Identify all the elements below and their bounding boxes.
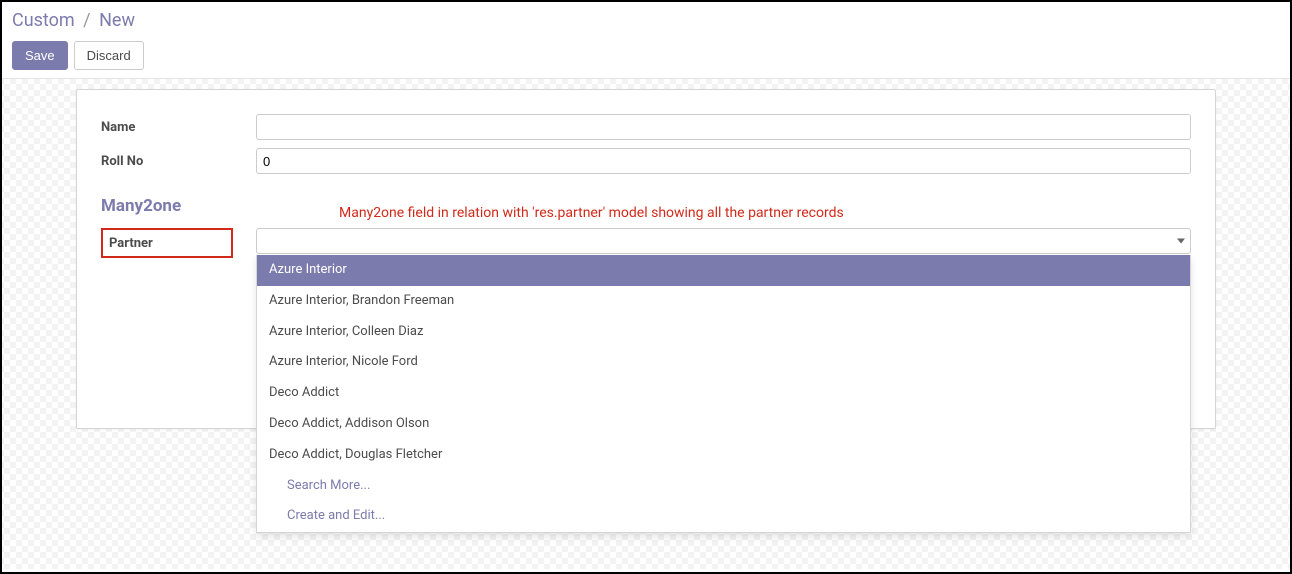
breadcrumb-separator: /	[83, 10, 90, 31]
dropdown-create-edit[interactable]: Create and Edit...	[257, 501, 1190, 532]
partner-input[interactable]	[256, 228, 1191, 254]
save-button[interactable]: Save	[12, 41, 68, 70]
form-sheet: Name Roll No Many2one field in relation …	[76, 89, 1216, 429]
dropdown-item[interactable]: Azure Interior, Nicole Ford	[257, 347, 1190, 378]
breadcrumb: Custom / New	[2, 2, 1290, 35]
dropdown-item[interactable]: Deco Addict, Douglas Fletcher	[257, 440, 1190, 471]
dropdown-item[interactable]: Azure Interior	[257, 255, 1190, 286]
annotation-text: Many2one field in relation with 'res.par…	[339, 205, 844, 221]
dropdown-item[interactable]: Deco Addict, Addison Olson	[257, 409, 1190, 440]
dropdown-item[interactable]: Azure Interior, Brandon Freeman	[257, 286, 1190, 317]
dropdown-search-more[interactable]: Search More...	[257, 471, 1190, 502]
name-label: Name	[101, 120, 256, 135]
name-row: Name	[101, 114, 1191, 140]
toolbar: Save Discard	[2, 35, 1290, 78]
rollno-input[interactable]	[256, 148, 1191, 174]
discard-button[interactable]: Discard	[74, 41, 144, 70]
rollno-label: Roll No	[101, 154, 256, 169]
breadcrumb-parent[interactable]: Custom	[12, 10, 75, 31]
content-area: Name Roll No Many2one field in relation …	[2, 79, 1290, 569]
partner-row: Partner Azure Interior Azure Interior, B…	[101, 228, 1191, 258]
partner-dropdown: Azure Interior Azure Interior, Brandon F…	[256, 255, 1191, 533]
rollno-row: Roll No	[101, 148, 1191, 174]
partner-input-wrap	[256, 228, 1191, 254]
dropdown-item[interactable]: Deco Addict	[257, 378, 1190, 409]
breadcrumb-current: New	[99, 10, 135, 31]
name-input[interactable]	[256, 114, 1191, 140]
dropdown-item[interactable]: Azure Interior, Colleen Diaz	[257, 317, 1190, 348]
partner-label: Partner	[101, 228, 233, 258]
